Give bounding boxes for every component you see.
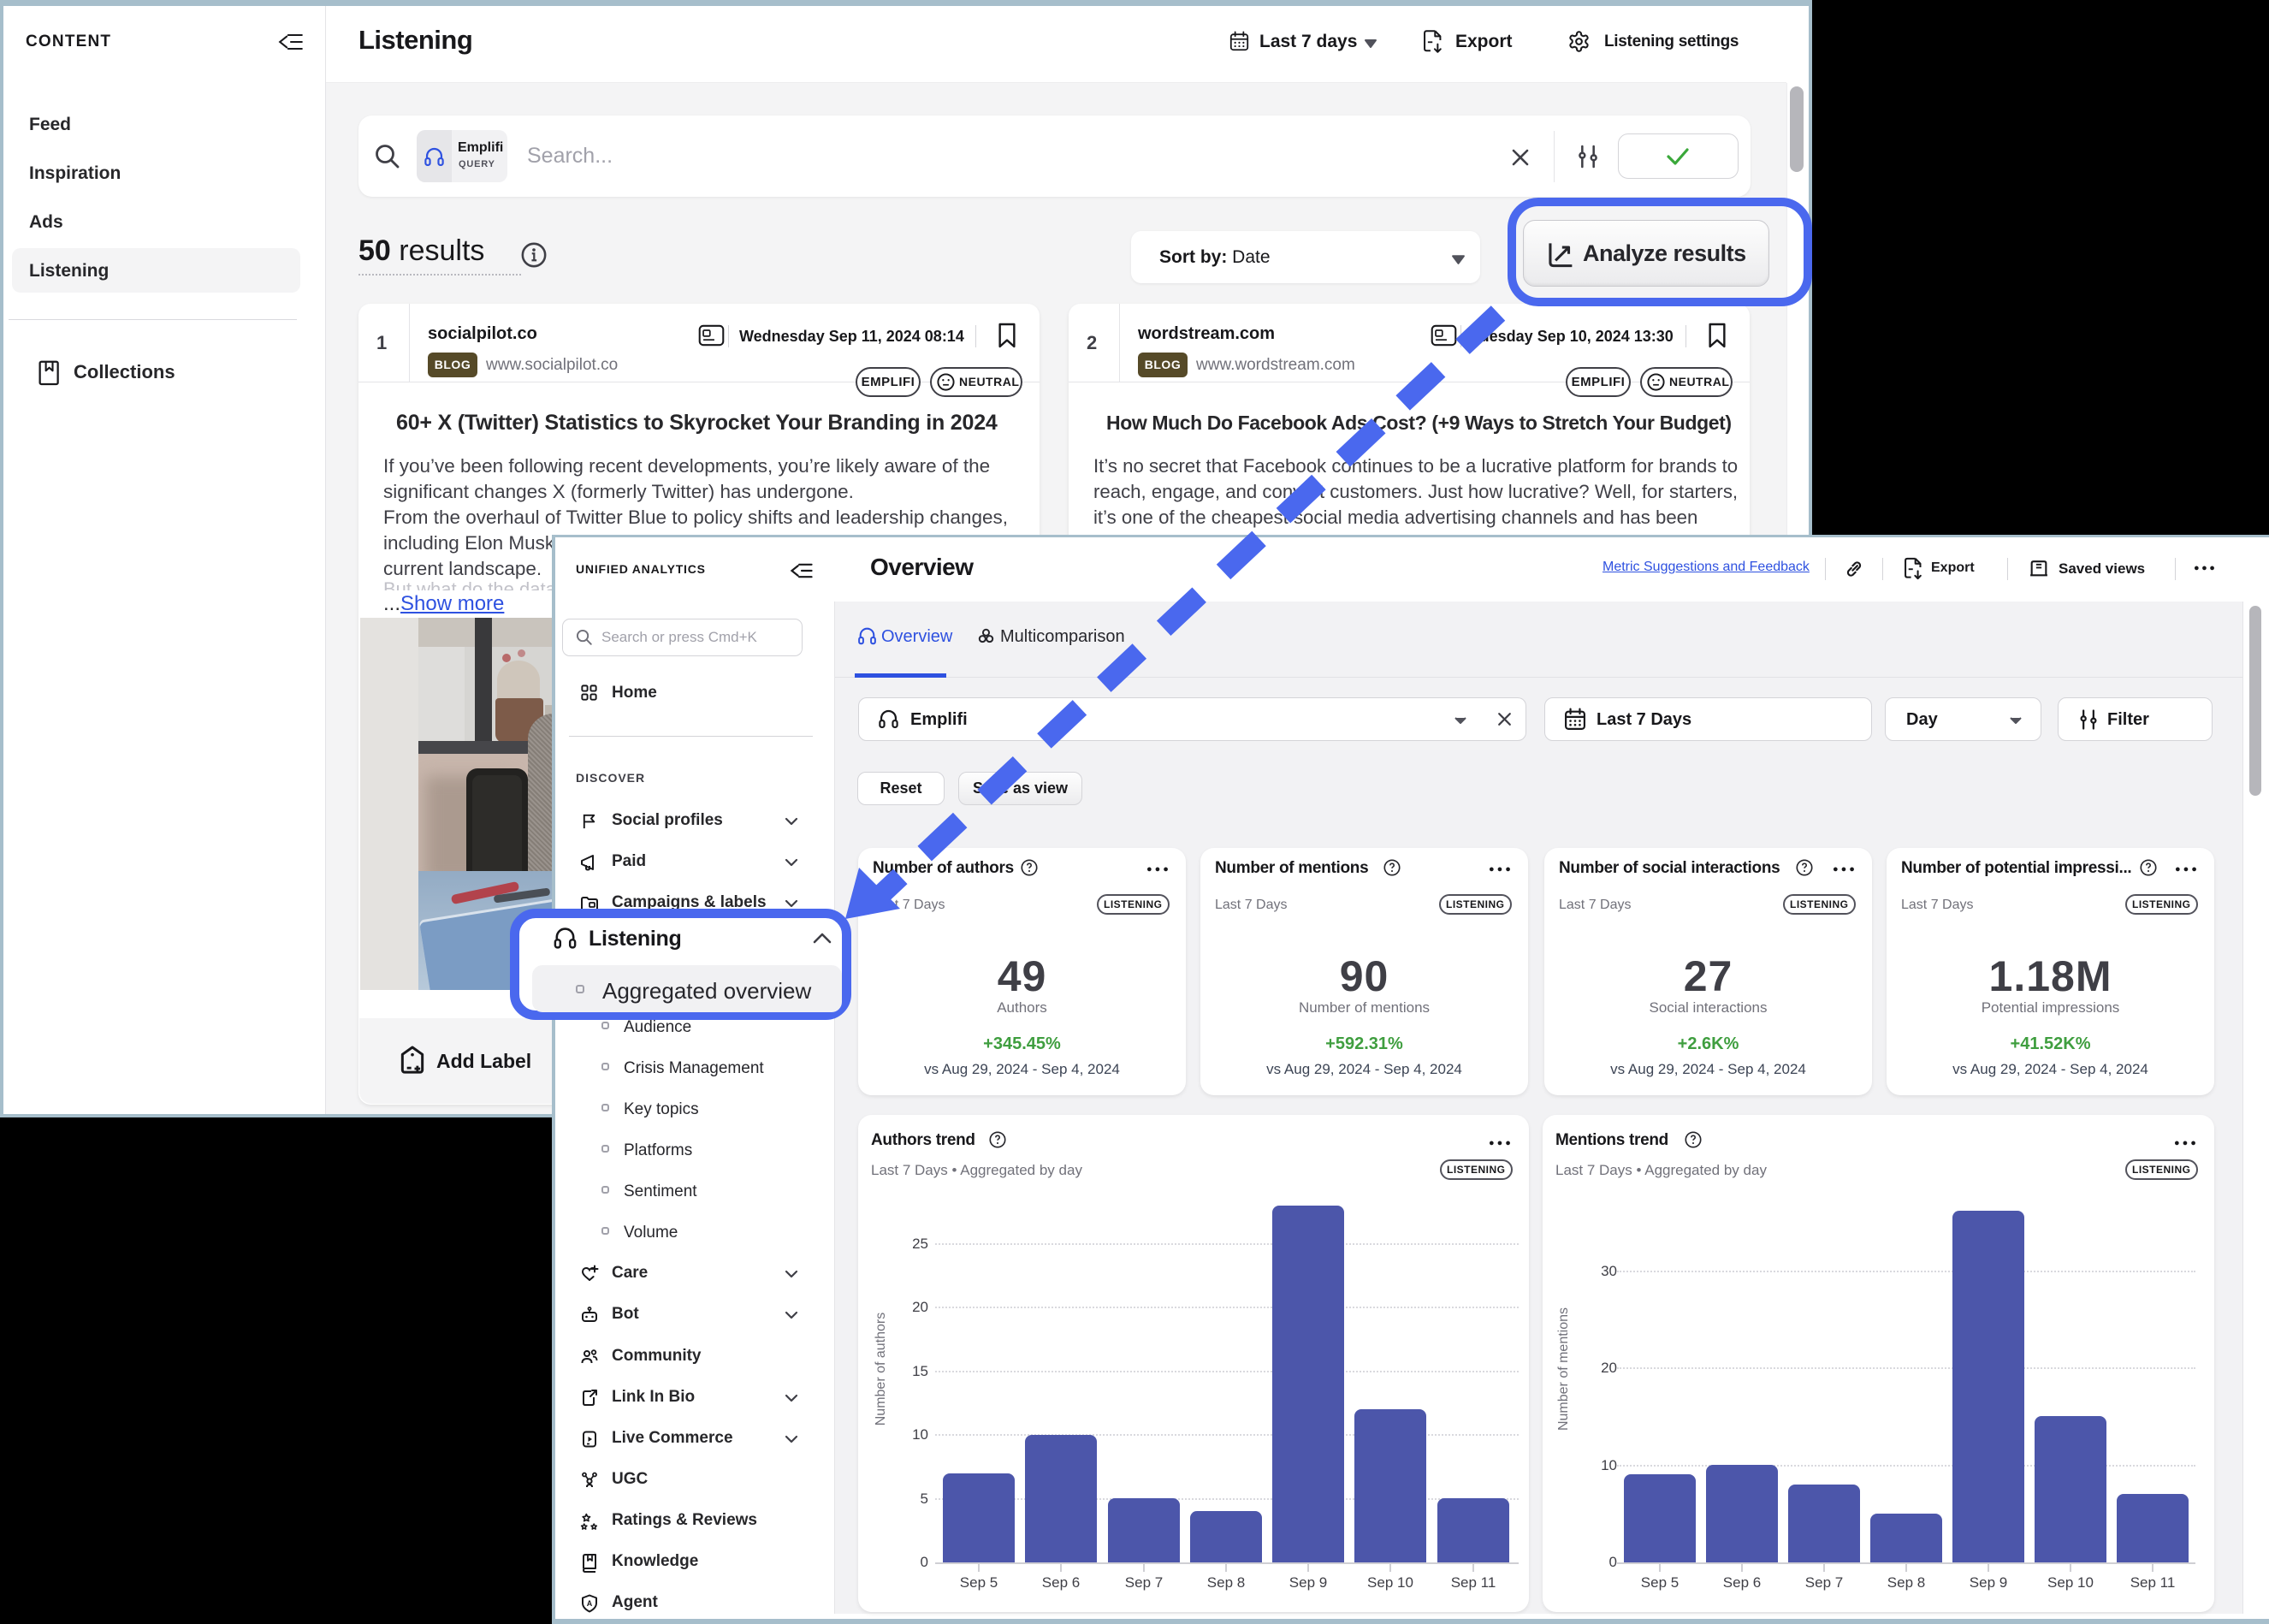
svg-text:A: A xyxy=(587,1599,593,1608)
